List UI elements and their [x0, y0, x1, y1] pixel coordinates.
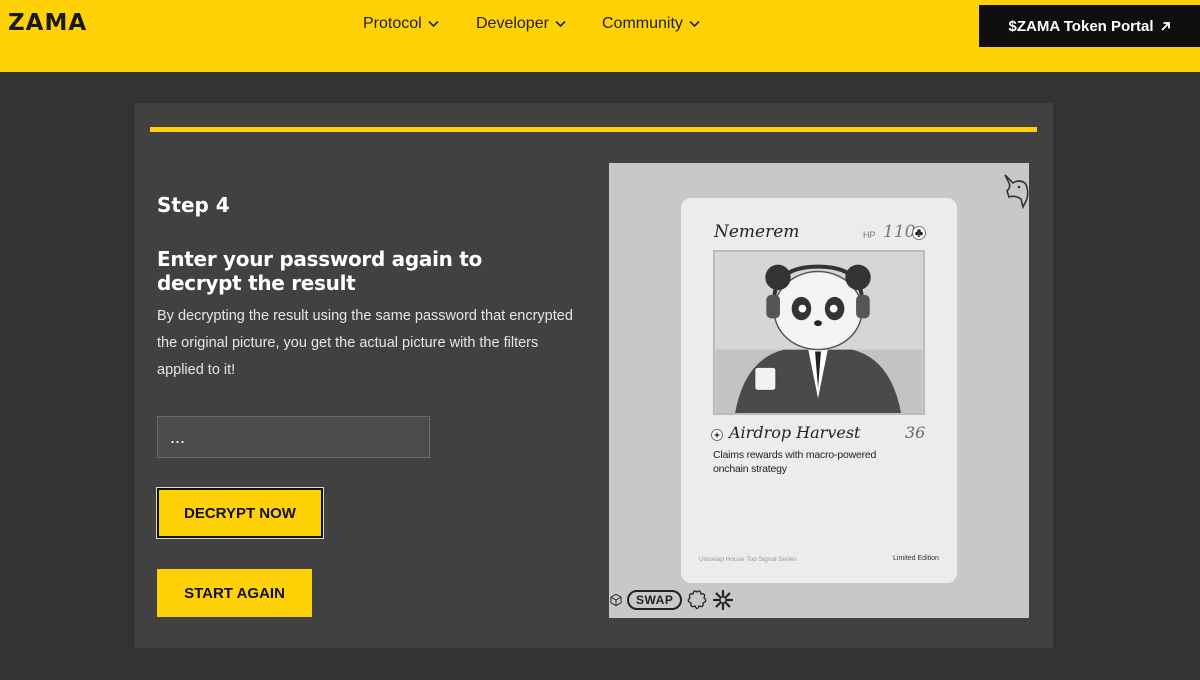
card-name: Nemerem — [714, 222, 800, 242]
ability-cost: 36 — [905, 423, 926, 442]
nav-developer-label: Developer — [476, 15, 549, 32]
step-label: Step 4 — [157, 193, 230, 217]
step-heading: Enter your password again to decrypt the… — [157, 247, 482, 295]
swap-badge: SWAP — [627, 590, 683, 610]
card-edition: Limited Edition — [893, 555, 939, 562]
nav-protocol[interactable]: Protocol — [363, 15, 439, 33]
hp-value: 110 — [883, 222, 916, 242]
hp-label: HP — [863, 230, 876, 240]
asterisk-icon — [713, 589, 734, 611]
swap-row: SWAP — [609, 588, 734, 612]
panda-portrait — [713, 250, 925, 415]
arrow-up-right-icon — [1160, 21, 1170, 31]
ability-name: Airdrop Harvest — [729, 423, 861, 442]
club-icon — [912, 226, 926, 240]
decrypt-panel: Step 4 Enter your password again to decr… — [135, 103, 1053, 648]
token-portal-label: $ZAMA Token Portal — [1008, 17, 1154, 35]
card-series: Uniswap House Top Signal Series — [699, 556, 797, 563]
nav-developer[interactable]: Developer — [476, 15, 566, 33]
nav-protocol-label: Protocol — [363, 15, 422, 32]
nav-community-label: Community — [602, 15, 683, 32]
decrypt-now-button[interactable]: DECRYPT NOW — [156, 487, 324, 539]
chevron-down-icon — [555, 20, 566, 28]
flower-icon — [687, 590, 707, 610]
nav-community[interactable]: Community — [602, 15, 700, 33]
password-input[interactable] — [157, 416, 430, 458]
trading-card: Nemerem HP 110 Airdrop Harvest 36 Claims… — [681, 198, 957, 583]
sparkle-icon — [711, 429, 723, 441]
unicorn-icon — [1004, 174, 1029, 209]
zama-logo[interactable]: ZAMA — [8, 10, 87, 36]
result-image: Nemerem HP 110 Airdrop Harvest 36 Claims… — [609, 163, 1029, 618]
ability-description: Claims rewards with macro-powered onchai… — [713, 449, 877, 475]
step-description: By decrypting the result using the same … — [157, 308, 573, 378]
start-again-button[interactable]: START AGAIN — [157, 569, 312, 617]
cube-icon — [610, 593, 622, 607]
top-nav: ZAMA Protocol Developer Community $ZAMA … — [0, 0, 1200, 72]
progress-bar — [150, 127, 1037, 132]
chevron-down-icon — [428, 20, 439, 28]
chevron-down-icon — [689, 20, 700, 28]
token-portal-button[interactable]: $ZAMA Token Portal — [979, 5, 1200, 47]
